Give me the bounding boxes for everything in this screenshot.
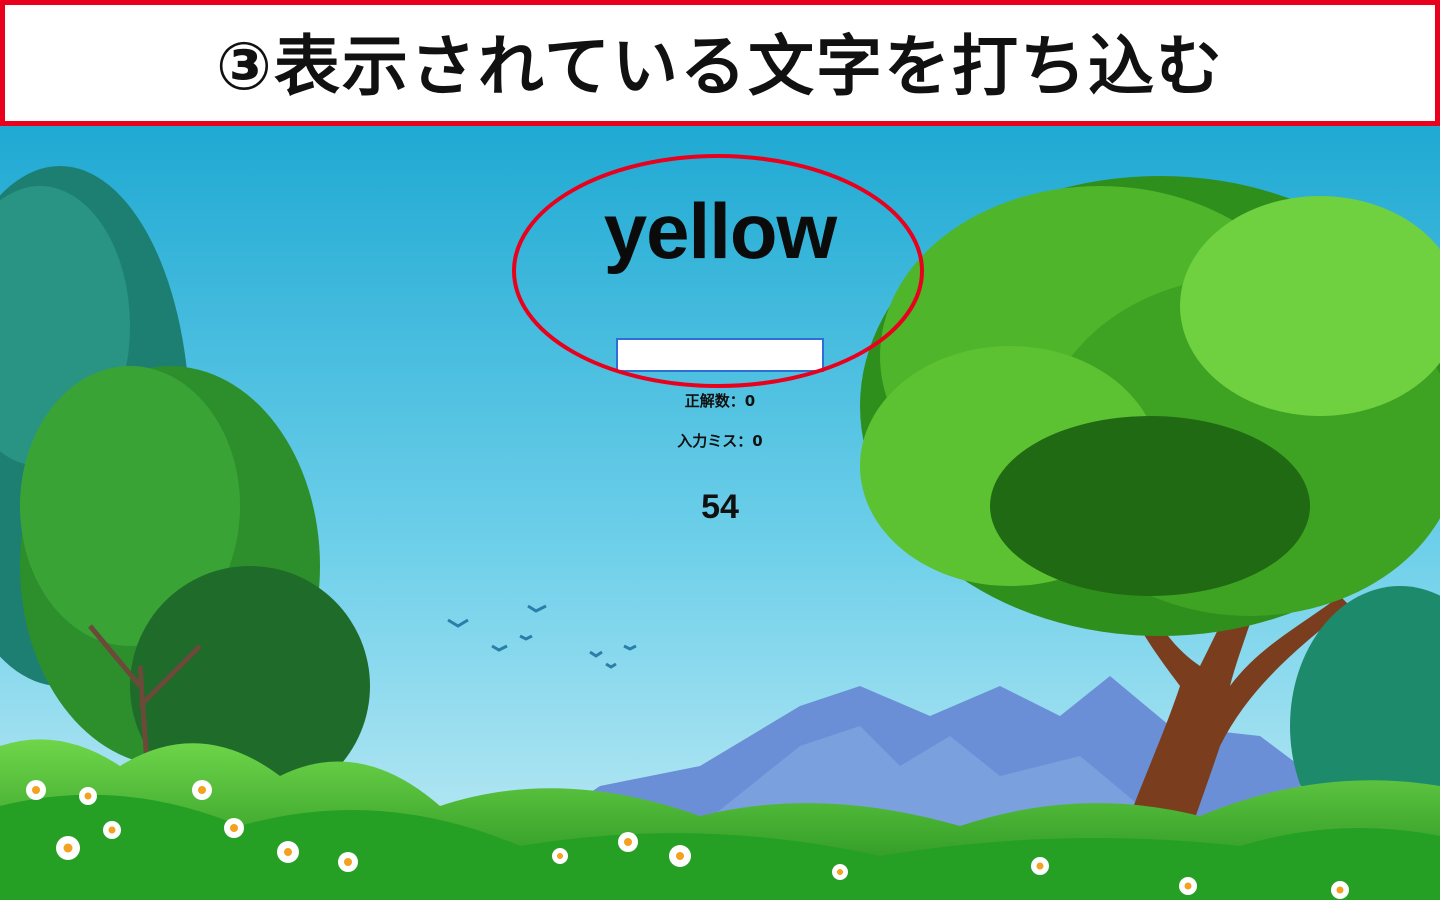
typing-input[interactable] (616, 338, 824, 372)
target-word: yellow (603, 187, 837, 275)
miss-count: 入力ミス：0 (677, 432, 763, 450)
instruction-text: ③表示されている文字を打ち込む (216, 28, 1224, 105)
countdown-timer: 54 (701, 488, 739, 526)
correct-count: 正解数：0 (684, 392, 756, 410)
instruction-banner: ③表示されている文字を打ち込む (0, 0, 1440, 126)
